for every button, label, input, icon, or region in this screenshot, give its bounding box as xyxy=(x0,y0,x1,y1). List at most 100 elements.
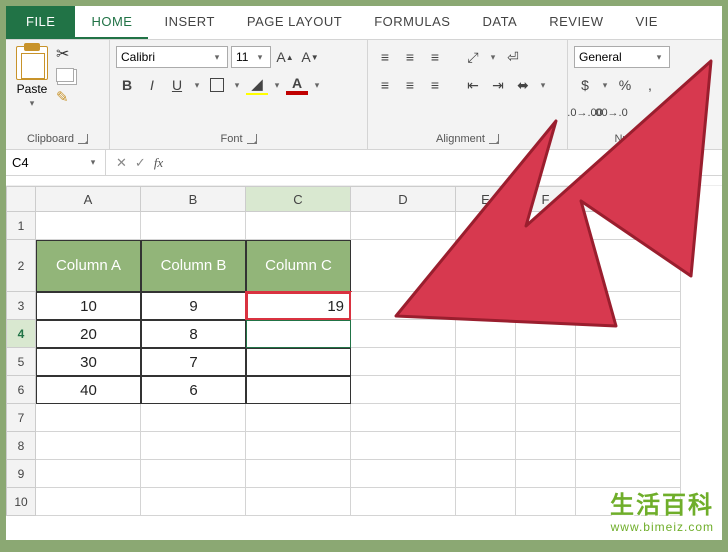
cell[interactable] xyxy=(141,488,246,516)
increase-indent-icon[interactable]: ⇥ xyxy=(487,74,509,96)
cell-c6[interactable] xyxy=(246,376,351,404)
dialog-launcher-icon[interactable] xyxy=(658,134,668,144)
enter-formula-icon[interactable]: ✓ xyxy=(135,155,146,171)
col-header-e[interactable]: E xyxy=(456,186,516,212)
name-box[interactable]: C4▾ xyxy=(6,150,106,175)
dialog-launcher-icon[interactable] xyxy=(247,134,257,144)
cell[interactable] xyxy=(351,292,456,320)
cell[interactable] xyxy=(351,348,456,376)
chevron-down-icon[interactable]: ▾ xyxy=(537,80,549,91)
accounting-button[interactable]: $ xyxy=(574,74,596,96)
cell[interactable] xyxy=(141,404,246,432)
chevron-down-icon[interactable]: ▾ xyxy=(231,80,243,91)
cell[interactable] xyxy=(351,488,456,516)
cell[interactable] xyxy=(516,460,576,488)
cell[interactable] xyxy=(141,460,246,488)
cell[interactable] xyxy=(36,460,141,488)
chevron-down-icon[interactable]: ▾ xyxy=(254,52,266,63)
cell[interactable] xyxy=(456,348,516,376)
cell[interactable] xyxy=(576,212,681,240)
row-header-5[interactable]: 5 xyxy=(6,348,36,376)
chevron-down-icon[interactable]: ▾ xyxy=(271,80,283,91)
select-all-corner[interactable] xyxy=(6,186,36,212)
row-header-7[interactable]: 7 xyxy=(6,404,36,432)
cell[interactable] xyxy=(351,320,456,348)
row-header-8[interactable]: 8 xyxy=(6,432,36,460)
chevron-down-icon[interactable]: ▾ xyxy=(653,52,665,63)
orientation-icon[interactable]: ⤢ xyxy=(462,46,484,68)
row-header-9[interactable]: 9 xyxy=(6,460,36,488)
align-middle-icon[interactable]: ≡ xyxy=(399,46,421,68)
borders-button[interactable] xyxy=(206,74,228,96)
cell[interactable] xyxy=(36,404,141,432)
cell[interactable] xyxy=(576,404,681,432)
cell[interactable] xyxy=(351,404,456,432)
cell[interactable] xyxy=(516,292,576,320)
fill-color-button[interactable]: ◢ xyxy=(246,74,268,96)
align-bottom-icon[interactable]: ≡ xyxy=(424,46,446,68)
cell[interactable] xyxy=(516,348,576,376)
tab-file[interactable]: FILE xyxy=(6,6,75,39)
cell-a5[interactable]: 30 xyxy=(36,348,141,376)
cell-c5[interactable] xyxy=(246,348,351,376)
cell[interactable] xyxy=(456,320,516,348)
increase-font-icon[interactable]: A▲ xyxy=(274,46,296,68)
table-header-b[interactable]: Column B xyxy=(141,240,246,292)
tab-pagelayout[interactable]: PAGE LAYOUT xyxy=(231,6,358,39)
tab-view[interactable]: VIE xyxy=(620,6,674,39)
paste-button[interactable]: Paste ▾ xyxy=(12,44,52,111)
cell[interactable] xyxy=(456,432,516,460)
chevron-down-icon[interactable]: ▾ xyxy=(191,80,203,91)
bold-button[interactable]: B xyxy=(116,74,138,96)
row-header-6[interactable]: 6 xyxy=(6,376,36,404)
chevron-down-icon[interactable]: ▾ xyxy=(487,52,499,63)
cell[interactable] xyxy=(246,404,351,432)
chevron-down-icon[interactable]: ▾ xyxy=(211,52,223,63)
cell[interactable] xyxy=(246,212,351,240)
tab-insert[interactable]: INSERT xyxy=(148,6,230,39)
cell-a6[interactable]: 40 xyxy=(36,376,141,404)
cell[interactable] xyxy=(456,292,516,320)
cell[interactable] xyxy=(516,320,576,348)
cell[interactable] xyxy=(36,488,141,516)
col-header-g[interactable]: G xyxy=(576,186,681,212)
col-header-d[interactable]: D xyxy=(351,186,456,212)
align-left-icon[interactable]: ≡ xyxy=(374,74,396,96)
font-name-combo[interactable]: Calibri▾ xyxy=(116,46,228,68)
cell[interactable] xyxy=(141,212,246,240)
cell[interactable] xyxy=(456,212,516,240)
dialog-launcher-icon[interactable] xyxy=(78,134,88,144)
cell[interactable] xyxy=(576,240,681,292)
col-header-a[interactable]: A xyxy=(36,186,141,212)
cell[interactable] xyxy=(576,320,681,348)
chevron-down-icon[interactable]: ▾ xyxy=(311,80,323,91)
chevron-down-icon[interactable]: ▾ xyxy=(87,157,99,168)
cell[interactable] xyxy=(516,240,576,292)
cell[interactable] xyxy=(351,432,456,460)
cell[interactable] xyxy=(516,432,576,460)
chevron-down-icon[interactable]: ▾ xyxy=(599,80,611,91)
align-right-icon[interactable]: ≡ xyxy=(424,74,446,96)
cell-c3[interactable]: 19 xyxy=(246,292,351,320)
table-header-a[interactable]: Column A xyxy=(36,240,141,292)
tab-data[interactable]: DATA xyxy=(466,6,533,39)
decrease-font-icon[interactable]: A▼ xyxy=(299,46,321,68)
tab-home[interactable]: HOME xyxy=(75,6,148,39)
cell-a3[interactable]: 10 xyxy=(36,292,141,320)
decrease-indent-icon[interactable]: ⇤ xyxy=(462,74,484,96)
col-header-b[interactable]: B xyxy=(141,186,246,212)
chevron-down-icon[interactable]: ▾ xyxy=(26,98,38,109)
align-top-icon[interactable]: ≡ xyxy=(374,46,396,68)
cell[interactable] xyxy=(516,376,576,404)
row-header-10[interactable]: 10 xyxy=(6,488,36,516)
cell[interactable] xyxy=(246,432,351,460)
decrease-decimal-icon[interactable]: .00→.0 xyxy=(599,102,621,124)
cell[interactable] xyxy=(456,460,516,488)
cell-b3[interactable]: 9 xyxy=(141,292,246,320)
col-header-c[interactable]: C xyxy=(246,186,351,212)
cell[interactable] xyxy=(456,376,516,404)
cell[interactable] xyxy=(246,488,351,516)
cell[interactable] xyxy=(576,460,681,488)
cell[interactable] xyxy=(36,212,141,240)
cell-a4[interactable]: 20 xyxy=(36,320,141,348)
